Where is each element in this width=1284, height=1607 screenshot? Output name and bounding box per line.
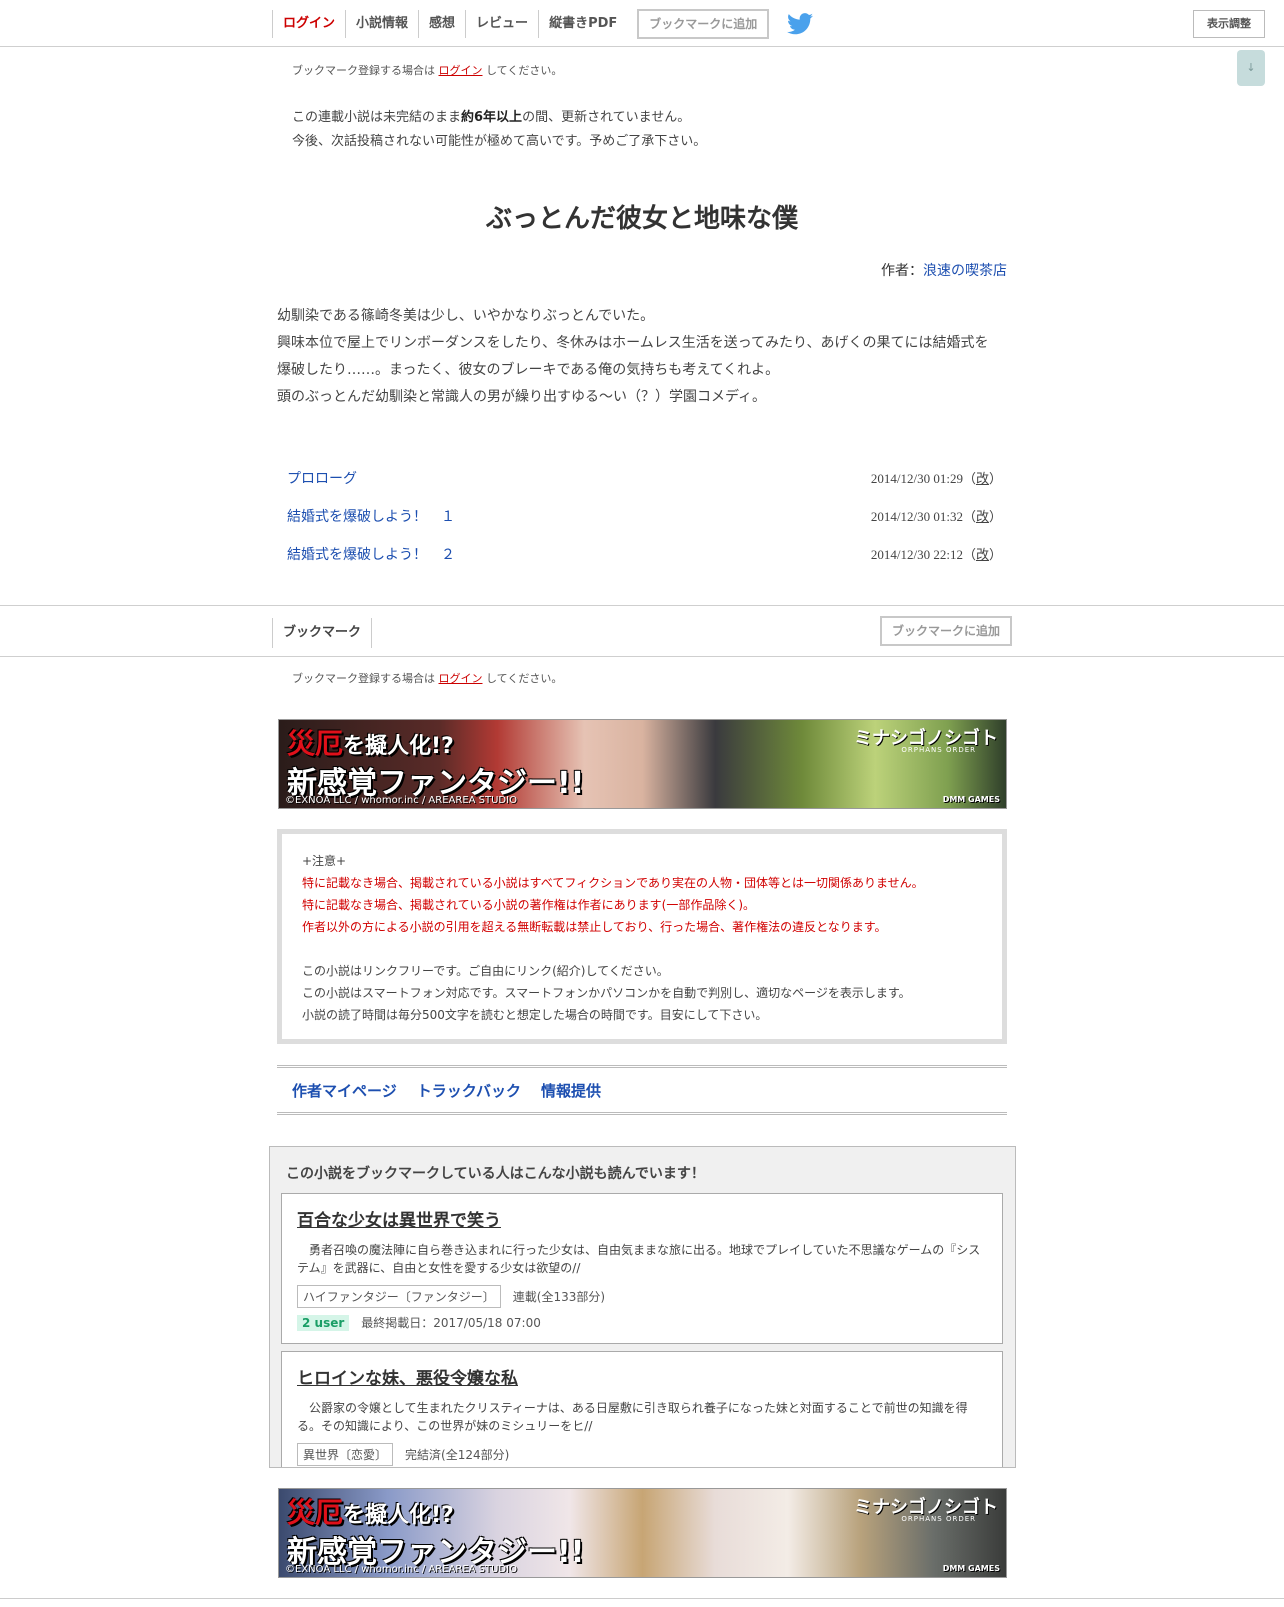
chapter-list: プロローグ 2014/12/30 01:29（改） 結婚式を爆破しよう！ １ 2… [287,468,1007,582]
nav-vertical-pdf[interactable]: 縦書きPDF [538,10,627,38]
nav-novel-info[interactable]: 小説情報 [345,10,418,38]
recommendation-card: 百合な少女は異世界で笑う 勇者召喚の魔法陣に自ら巻き込まれに行った少女は、自由気… [281,1193,1003,1344]
bookmark-login-note: ブックマーク登録する場合は ログイン してください。 [292,672,563,685]
chapter-link[interactable]: 結婚式を爆破しよう！ ２ [287,544,455,582]
recommendation-heading: この小説をブックマークしている人はこんな小説も読んでいます！ [286,1166,705,1182]
nav-login[interactable]: ログイン [272,10,345,38]
recommendation-card: ヒロインな妹、悪役令嬢な私 公爵家の令嬢として生まれたクリスティーナは、ある日屋… [281,1351,1003,1467]
chapter-row: プロローグ 2014/12/30 01:29（改） [287,468,1007,506]
bookmark-tab[interactable]: ブックマーク [272,618,373,648]
recommendation-title-link[interactable]: 百合な少女は異世界で笑う [297,1206,987,1231]
user-count-badge: 2 user [297,1314,350,1331]
report-info-link[interactable]: 情報提供 [541,1080,601,1101]
bookmark-bar: ブックマーク ブックマークに追加 [0,605,1284,657]
notice-box: +注意+ 特に記載なき場合、掲載されている小説はすべてフィクションであり実在の人… [277,829,1007,1044]
top-bar: ログイン 小説情報 感想 レビュー 縦書きPDF ブックマークに追加 表示調整 [0,0,1284,47]
author-links: 作者マイページ トラックバック 情報提供 [277,1065,1007,1115]
ad-banner[interactable]: 災厄を擬人化!? 新感覚ファンタジー!! ©EXNOA LLC / whomor… [278,719,1007,809]
ad-banner[interactable]: 災厄を擬人化!? 新感覚ファンタジー!! ©EXNOA LLC / whomor… [278,1488,1007,1578]
recommendation-box: この小説をブックマークしている人はこんな小説も読んでいます！ 百合な少女は異世界… [269,1146,1016,1468]
dmm-logo: DMM GAMES [942,795,1000,804]
last-updated: 最終掲載日：2017/05/18 07:00 [361,1316,541,1330]
chapter-row: 結婚式を爆破しよう！ ２ 2014/12/30 22:12（改） [287,544,1007,582]
display-settings-button[interactable]: 表示調整 [1193,10,1265,38]
chapter-date: 2014/12/30 01:29（改） [870,471,1002,486]
nav-review[interactable]: レビュー [465,10,538,38]
trackback-link[interactable]: トラックバック [417,1080,521,1101]
revision-link[interactable]: 改 [976,547,989,562]
bookmark-login-link[interactable]: ログイン [439,672,483,685]
recommendation-title-link[interactable]: ヒロインな妹、悪役令嬢な私 [297,1364,987,1389]
notice-heading: +注意+ [302,854,347,868]
bookmark-login-note: ブックマーク登録する場合は ログイン してください。 [292,64,563,77]
status-text: 連載(全133部分) [512,1290,606,1304]
summary-paragraph: 頭のぶっとんだ幼馴染と常識人の男が繰り出すゆる～い（？）学園コメディ。 [277,389,767,405]
chapter-date: 2014/12/30 01:32（改） [870,509,1002,524]
summary-paragraph: 幼馴染である篠崎冬美は少し、いやかなりぶっとんでいた。 [277,308,655,324]
genre-tag: ハイファンタジー〔ファンタジー〕 [297,1285,501,1308]
twitter-icon[interactable] [787,13,814,35]
revision-link[interactable]: 改 [976,471,989,486]
recommendation-desc: 勇者召喚の魔法陣に自ら巻き込まれに行った少女は、自由気ままな旅に出る。地球でプレ… [297,1243,981,1275]
inactive-warning: この連載小説は未完結のまま約6年以上の間、更新されていません。 今後、次話投稿さ… [292,110,707,149]
author-link[interactable]: 浪速の喫茶店 [923,263,1007,279]
bookmark-login-link[interactable]: ログイン [439,64,483,77]
scroll-down-button[interactable]: ↓ [1237,50,1265,86]
recommendation-desc: 公爵家の令嬢として生まれたクリスティーナは、ある日屋敷に引き取られ養子になった妹… [297,1401,968,1433]
top-nav: ログイン 小説情報 感想 レビュー 縦書きPDF ブックマークに追加 [272,9,814,39]
add-bookmark-button-bottom[interactable]: ブックマークに追加 [880,616,1013,646]
chapter-date: 2014/12/30 22:12（改） [870,547,1002,562]
revision-link[interactable]: 改 [976,509,989,524]
add-bookmark-button[interactable]: ブックマークに追加 [637,9,770,39]
chapter-link[interactable]: 結婚式を爆破しよう！ １ [287,506,455,544]
footer-divider [0,1598,1284,1599]
status-text: 完結済(全124部分) [405,1448,510,1462]
genre-tag: 異世界〔恋愛〕 [297,1443,394,1466]
novel-title: ぶっとんだ彼女と地味な僕 [485,204,798,234]
dmm-logo: DMM GAMES [942,1564,1000,1573]
summary-paragraph: 興味本位で屋上でリンボーダンスをしたり、冬休みはホームレス生活を送ってみたり、あ… [277,335,989,378]
nav-impressions[interactable]: 感想 [418,10,465,38]
novel-summary: 幼馴染である篠崎冬美は少し、いやかなりぶっとんでいた。 興味本位で屋上でリンボー… [277,303,1002,411]
author-line: 作者：浪速の喫茶店 [881,263,1007,279]
chapter-row: 結婚式を爆破しよう！ １ 2014/12/30 01:32（改） [287,506,1007,544]
author-mypage-link[interactable]: 作者マイページ [292,1080,397,1101]
chapter-link[interactable]: プロローグ [287,468,357,506]
